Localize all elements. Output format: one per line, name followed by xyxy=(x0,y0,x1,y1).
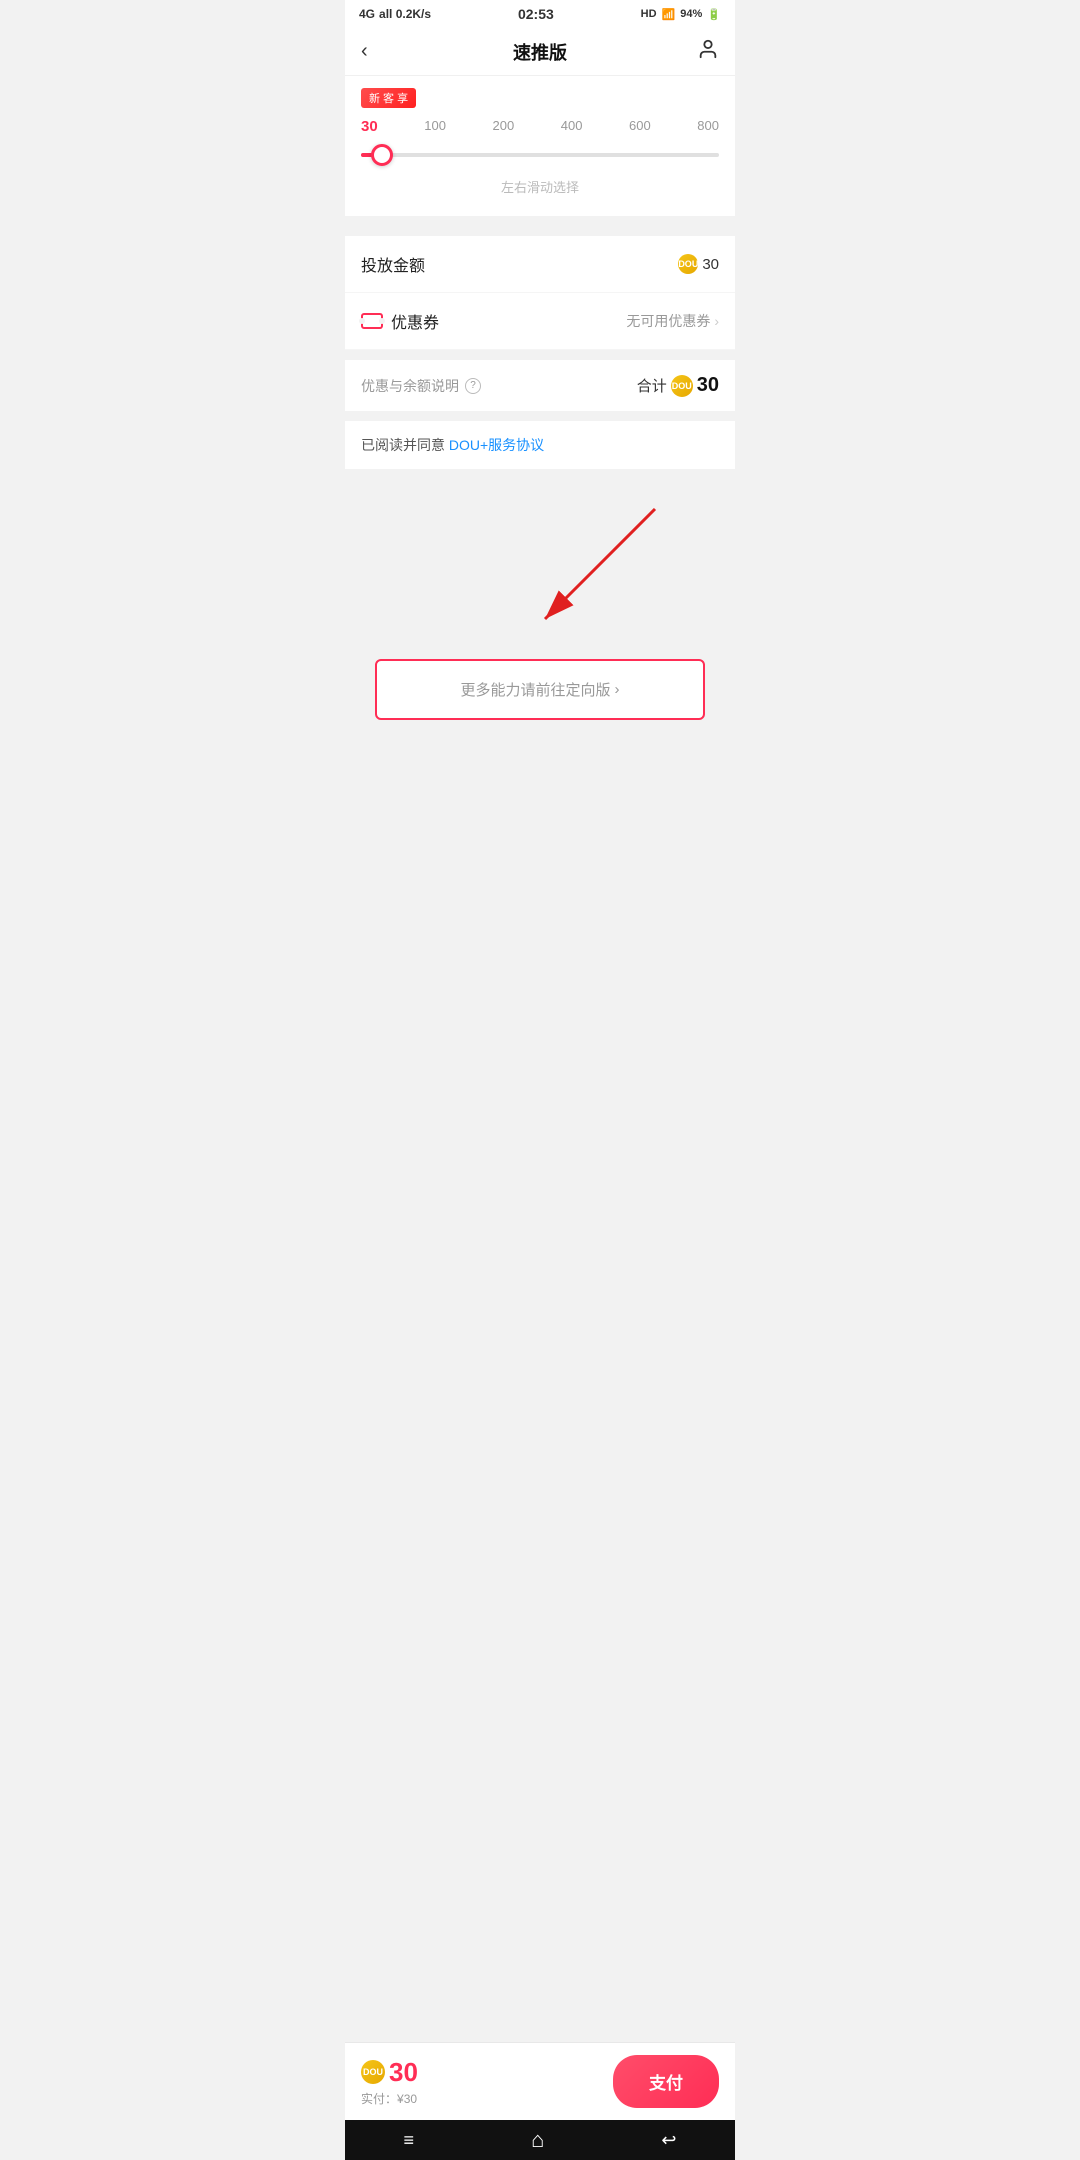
slider-track xyxy=(361,153,719,157)
more-capability-button[interactable]: 更多能力请前往定向版 › xyxy=(375,659,705,720)
slider-labels: 30 100 200 400 600 800 xyxy=(361,118,719,135)
bottom-price-row: DOU 30 xyxy=(361,2057,418,2088)
coupon-row[interactable]: 优惠券 无可用优惠券 › xyxy=(345,293,735,350)
back-button[interactable]: ‹ xyxy=(361,40,368,63)
status-left: 4G all 0.2K/s xyxy=(359,7,431,21)
summary-section: 优惠与余额说明 ? 合计 DOU 30 xyxy=(345,360,735,411)
slider-track-wrap[interactable] xyxy=(361,143,719,167)
actual-pay-label: 实付： xyxy=(361,2092,397,2106)
network-label: 4G xyxy=(359,7,375,21)
summary-total-label: 合计 xyxy=(637,375,667,396)
slider-val-400: 400 xyxy=(561,118,583,135)
divider-2 xyxy=(345,350,735,360)
promo-badge: 新 客 享 xyxy=(361,88,416,108)
coupon-label: 优惠券 xyxy=(361,309,439,333)
status-right: HD 📶 94% 🔋 xyxy=(641,8,721,21)
divider-3 xyxy=(345,411,735,421)
status-bar: 4G all 0.2K/s 02:53 HD 📶 94% 🔋 xyxy=(345,0,735,28)
bottom-price-section: DOU 30 实付：¥30 xyxy=(361,2057,418,2107)
bottom-space xyxy=(345,740,735,800)
coupon-icon xyxy=(361,313,383,329)
summary-left: 优惠与余额说明 ? xyxy=(361,376,481,396)
slider-val-30: 30 xyxy=(361,118,378,135)
help-icon[interactable]: ? xyxy=(465,378,481,394)
red-arrow-container xyxy=(345,499,735,659)
agreement-prefix: 已阅读并同意 xyxy=(361,437,449,453)
invest-amount-label: 投放金额 xyxy=(361,252,425,276)
coupon-label-text: 优惠券 xyxy=(391,309,439,333)
invest-amount-value: DOU 30 xyxy=(678,254,719,274)
more-btn-chevron-icon: › xyxy=(615,681,620,698)
page-title: 速推版 xyxy=(513,39,567,65)
summary-label: 优惠与余额说明 xyxy=(361,376,459,396)
bottom-price-num: 30 xyxy=(389,2057,418,2088)
pay-button[interactable]: 支付 xyxy=(613,2055,719,2108)
menu-icon[interactable]: ≡ xyxy=(404,2130,415,2151)
empty-space-1 xyxy=(345,469,735,499)
more-btn-label: 更多能力请前往定向版 xyxy=(460,679,610,700)
slider-val-100: 100 xyxy=(424,118,446,135)
coin-icon-amount: DOU xyxy=(678,254,698,274)
nav-bar: ‹ 速推版 xyxy=(345,28,735,76)
slider-val-800: 800 xyxy=(697,118,719,135)
coin-icon-bottom: DOU xyxy=(361,2060,385,2084)
coupon-value-text: 无可用优惠券 xyxy=(626,311,710,331)
back-nav-icon[interactable]: ↩ xyxy=(661,2130,676,2151)
coupon-chevron-icon: › xyxy=(714,313,719,329)
wifi-icon: 📶 xyxy=(662,8,676,21)
home-icon[interactable]: ⌂ xyxy=(531,2127,544,2153)
summary-right: 合计 DOU 30 xyxy=(637,374,719,397)
agreement-link[interactable]: DOU+服务协议 xyxy=(449,437,544,453)
more-btn-wrap: 更多能力请前往定向版 › xyxy=(345,659,735,740)
slider-val-600: 600 xyxy=(629,118,651,135)
bottom-bar: DOU 30 实付：¥30 支付 xyxy=(345,2042,735,2120)
slider-val-200: 200 xyxy=(492,118,514,135)
bottom-nav: ≡ ⌂ ↩ xyxy=(345,2120,735,2160)
time-label: 02:53 xyxy=(518,6,554,22)
slider-thumb[interactable] xyxy=(371,144,393,166)
slider-section: 新 客 享 30 100 200 400 600 800 左右滑动选择 xyxy=(345,76,735,216)
hd-label: HD xyxy=(641,8,657,20)
signal-label: all 0.2K/s xyxy=(379,7,431,21)
coupon-value: 无可用优惠券 › xyxy=(626,311,719,331)
coin-icon-summary: DOU xyxy=(671,375,693,397)
actual-pay-value: ¥30 xyxy=(397,2092,417,2106)
slider-hint: 左右滑动选择 xyxy=(361,177,719,196)
battery-icon: 🔋 xyxy=(707,8,721,21)
battery-label: 94% xyxy=(680,8,702,20)
red-arrow-svg xyxy=(345,499,735,659)
bottom-actual-pay: 实付：¥30 xyxy=(361,2090,418,2107)
agreement-section: 已阅读并同意 DOU+服务协议 xyxy=(345,421,735,469)
user-icon[interactable] xyxy=(697,38,719,66)
divider-1 xyxy=(345,226,735,236)
invest-amount-num: 30 xyxy=(702,256,719,273)
summary-total-value: 30 xyxy=(697,374,719,397)
invest-amount-row: 投放金额 DOU 30 xyxy=(345,236,735,293)
